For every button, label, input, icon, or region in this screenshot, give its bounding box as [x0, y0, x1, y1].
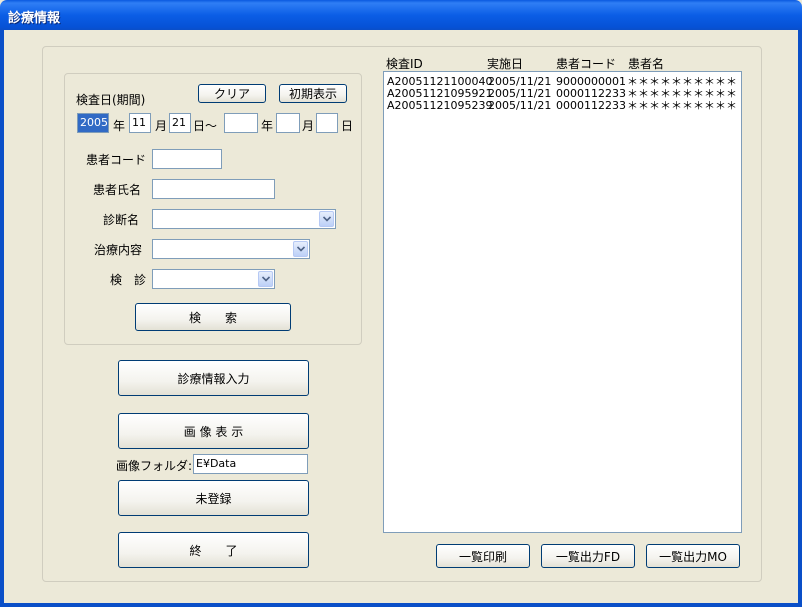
chevron-down-icon[interactable]	[258, 271, 273, 287]
column-header-patient-code: 患者コード	[556, 57, 617, 71]
year-unit-label: 年	[113, 119, 126, 133]
patient-code-label: 患者コード	[86, 153, 147, 167]
export-list-mo-button[interactable]: 一覧出力MO	[646, 544, 740, 568]
checkup-label: 検 診	[110, 273, 147, 287]
to-day-unit-label: 日	[341, 119, 354, 133]
search-button[interactable]: 検 索	[135, 303, 291, 331]
print-list-button[interactable]: 一覧印刷	[436, 544, 530, 568]
treatment-label: 治療内容	[94, 243, 143, 257]
image-folder-label: 画像フォルダ:	[116, 459, 193, 473]
column-header-exam-id: 検査ID	[386, 57, 423, 71]
from-year-field[interactable]: 2005	[77, 113, 109, 133]
diagnosis-select[interactable]	[152, 209, 336, 229]
diagnosis-label: 診断名	[103, 213, 140, 227]
title-bar[interactable]: 診療情報	[0, 0, 802, 30]
medical-info-input-button[interactable]: 診療情報入力	[118, 360, 309, 396]
window-frame-right	[798, 30, 802, 607]
date-range-label: 検査日(期間)	[76, 93, 146, 107]
to-month-field[interactable]	[276, 113, 300, 133]
unregistered-button[interactable]: 未登録	[118, 480, 309, 516]
checkup-select[interactable]	[152, 269, 275, 289]
window-title: 診療情報	[8, 11, 61, 26]
window-frame-left	[0, 30, 4, 607]
list-item-code: 0000112233	[556, 99, 626, 112]
from-day-field[interactable]: 21	[169, 113, 191, 133]
to-year-unit-label: 年	[261, 119, 274, 133]
list-item-id: A20051121095239	[387, 99, 493, 112]
export-list-fd-button[interactable]: 一覧出力FD	[541, 544, 635, 568]
list-item-date: 2005/11/21	[488, 99, 552, 112]
from-month-field[interactable]: 11	[129, 113, 151, 133]
image-display-button[interactable]: 画 像 表 示	[118, 413, 309, 449]
patient-code-field[interactable]	[152, 149, 222, 169]
to-month-unit-label: 月	[302, 119, 315, 133]
image-folder-field[interactable]: E¥Data	[193, 454, 308, 474]
column-header-date: 実施日	[487, 57, 524, 71]
results-list[interactable]: A20051121100040 2005/11/21 9000000001 ＊＊…	[383, 71, 742, 533]
patient-name-label: 患者氏名	[93, 183, 142, 197]
to-day-field[interactable]	[316, 113, 338, 133]
day-tilde-label: 日～	[193, 119, 218, 133]
exit-button[interactable]: 終 了	[118, 532, 309, 568]
column-header-patient-name: 患者名	[628, 57, 665, 71]
month-unit-label: 月	[155, 119, 168, 133]
clear-button[interactable]: クリア	[198, 84, 266, 103]
treatment-select[interactable]	[152, 239, 310, 259]
chevron-down-icon[interactable]	[293, 241, 308, 257]
to-year-field[interactable]	[224, 113, 258, 133]
list-item[interactable]: A20051121095239 2005/11/21 0000112233 ＊＊…	[387, 100, 741, 112]
patient-name-field[interactable]	[152, 179, 275, 199]
list-item-name: ＊＊＊＊＊＊＊＊＊＊	[627, 99, 737, 112]
chevron-down-icon[interactable]	[319, 211, 334, 227]
window-frame-bottom	[0, 603, 802, 607]
reset-display-button[interactable]: 初期表示	[279, 84, 347, 103]
